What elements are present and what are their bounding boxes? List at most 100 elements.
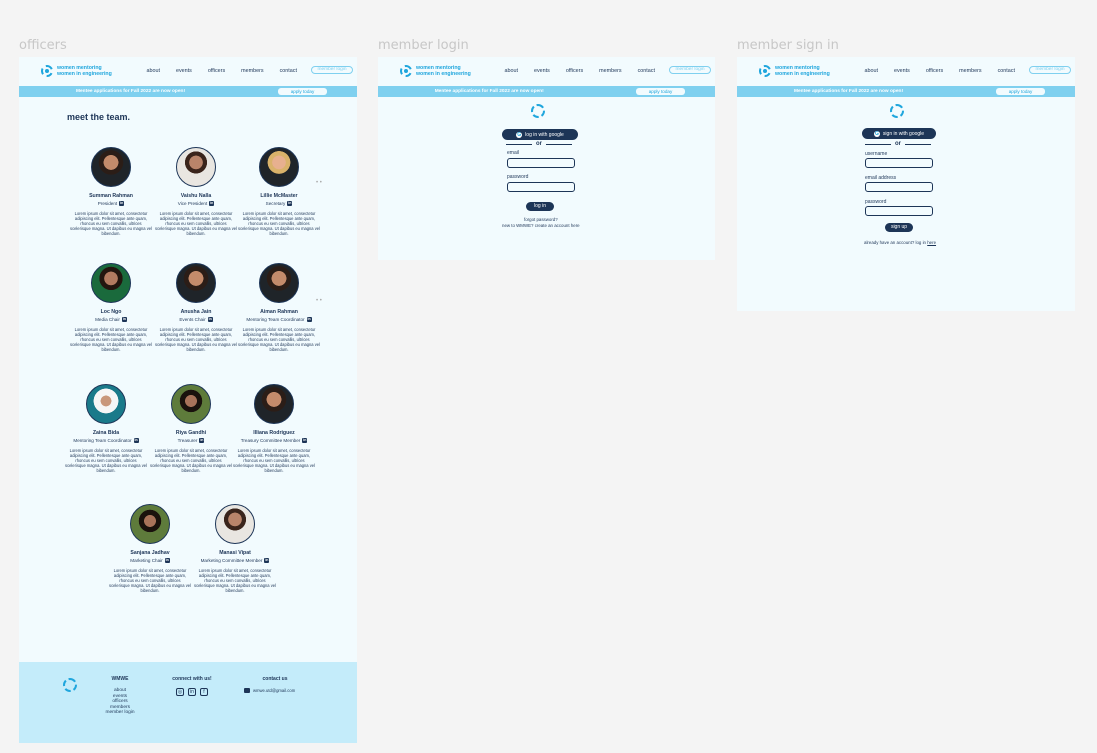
member-login-button[interactable]: member login bbox=[1029, 66, 1071, 74]
footer-contact-title: contact us bbox=[262, 676, 288, 682]
avatar bbox=[215, 504, 255, 544]
linkedin-icon[interactable]: in bbox=[302, 438, 308, 443]
linkedin-icon[interactable]: in bbox=[188, 688, 196, 696]
instagram-icon[interactable]: ◎ bbox=[176, 688, 184, 696]
nav-events[interactable]: events bbox=[894, 68, 910, 74]
avatar bbox=[254, 384, 294, 424]
gear-logo-icon bbox=[759, 65, 771, 77]
nav-members[interactable]: members bbox=[959, 68, 981, 74]
password-field[interactable] bbox=[865, 206, 933, 216]
nav-members[interactable]: members bbox=[599, 68, 621, 74]
officer-bio: Lorem ipsum dolor sit amet, consectetur … bbox=[155, 327, 237, 352]
member-login-button[interactable]: member login bbox=[669, 66, 711, 74]
officer-role: Vice President bbox=[177, 201, 208, 206]
footer-email[interactable]: wmwe.utd@gmail.com bbox=[253, 688, 295, 693]
forgot-password-link[interactable]: forgot password? bbox=[524, 217, 558, 222]
brand-line-2: women in engineering bbox=[416, 71, 471, 77]
avatar bbox=[259, 263, 299, 303]
linkedin-icon[interactable]: in bbox=[207, 317, 213, 322]
officer-bio: Lorem ipsum dolor sit amet, consectetur … bbox=[70, 211, 152, 236]
linkedin-icon[interactable]: in bbox=[164, 558, 170, 563]
footer-connect-column: connect with us! ◎ in f bbox=[167, 676, 217, 696]
announcement-banner: Mentee applications for Fall 2022 are no… bbox=[19, 86, 357, 97]
linkedin-icon[interactable]: in bbox=[121, 317, 127, 322]
or-divider: or bbox=[865, 141, 931, 147]
officer-bio: Lorem ipsum dolor sit amet, consectetur … bbox=[150, 448, 232, 473]
nav-events[interactable]: events bbox=[534, 68, 550, 74]
officer-role-row: Marketing Committee Member in bbox=[194, 558, 276, 563]
nav-officers[interactable]: officers bbox=[566, 68, 583, 74]
avatar bbox=[91, 147, 131, 187]
linkedin-icon[interactable]: in bbox=[264, 558, 270, 563]
linkedin-icon[interactable]: in bbox=[287, 201, 293, 206]
brand-logo[interactable]: women mentoring women in engineering bbox=[400, 65, 471, 77]
username-field[interactable] bbox=[865, 158, 933, 168]
nav-about[interactable]: about bbox=[864, 68, 878, 74]
log-in-here-link[interactable]: here bbox=[927, 240, 936, 245]
officer-card: Riya Gandhi Treasurer in Lorem ipsum dolor … bbox=[150, 384, 232, 473]
nav-officers[interactable]: officers bbox=[926, 68, 943, 74]
nav-contact[interactable]: contact bbox=[280, 68, 297, 74]
apply-today-button[interactable]: apply today bbox=[278, 88, 327, 95]
password-label: password bbox=[507, 174, 529, 180]
frame-label-member-sign-in: member sign in bbox=[737, 38, 839, 53]
officer-role: Mentoring Team Coordinator bbox=[246, 317, 305, 322]
announcement-banner: Mentee applications for Fall 2022 are no… bbox=[737, 86, 1075, 97]
brand-line-2: women in engineering bbox=[57, 71, 112, 77]
linkedin-icon[interactable]: in bbox=[119, 201, 125, 206]
facebook-icon[interactable]: f bbox=[200, 688, 208, 696]
officer-name: Vaishu Nalla bbox=[180, 193, 212, 199]
nav-officers[interactable]: officers bbox=[208, 68, 225, 74]
apply-today-button[interactable]: apply today bbox=[636, 88, 685, 95]
linkedin-icon[interactable]: in bbox=[133, 438, 139, 443]
officer-role: Mentoring Team Coordinator bbox=[73, 438, 132, 443]
gear-logo-icon bbox=[531, 104, 545, 118]
sign-up-button[interactable]: sign up bbox=[885, 223, 913, 232]
officer-card: Illiana Rodriguez Treasury Committee Memb… bbox=[233, 384, 315, 473]
banner-text: Mentee applications for Fall 2022 are no… bbox=[434, 89, 544, 94]
linkedin-icon[interactable]: in bbox=[199, 438, 205, 443]
nav-links: about events officers members contact bbox=[146, 68, 297, 74]
footer: WMWE about events officers members membe… bbox=[19, 662, 357, 743]
footer-wmwe-column: WMWE about events officers members membe… bbox=[99, 676, 141, 716]
nav-about[interactable]: about bbox=[504, 68, 518, 74]
google-sign-in-button[interactable]: G sign in with google bbox=[862, 128, 936, 139]
frame-label-officers: officers bbox=[19, 38, 67, 53]
email-address-label: email address bbox=[865, 175, 897, 181]
member-sign-in-frame: women mentoring women in engineering abo… bbox=[737, 57, 1075, 311]
brand-logo[interactable]: women mentoring women in engineering bbox=[41, 65, 112, 77]
officer-bio: Lorem ipsum dolor sit amet, consectetur … bbox=[238, 211, 320, 236]
email-field[interactable] bbox=[507, 158, 575, 168]
nav-contact[interactable]: contact bbox=[638, 68, 655, 74]
officer-card: Anusha Jain Events Chair in Lorem ipsum dol… bbox=[155, 263, 237, 352]
linkedin-icon[interactable]: in bbox=[209, 201, 215, 206]
google-sign-in-label: sign in with google bbox=[882, 130, 925, 137]
google-icon: G bbox=[873, 130, 880, 137]
gear-logo-icon bbox=[890, 104, 904, 118]
create-account-link[interactable]: new to WMWE? create an account here bbox=[502, 223, 580, 228]
navbar: women mentoring women in engineering abo… bbox=[737, 57, 1075, 87]
nav-events[interactable]: events bbox=[176, 68, 192, 74]
apply-today-button[interactable]: apply today bbox=[996, 88, 1045, 95]
linkedin-icon[interactable]: in bbox=[306, 317, 312, 322]
officer-bio: Lorem ipsum dolor sit amet, consectetur … bbox=[70, 327, 152, 352]
email-address-field[interactable] bbox=[865, 182, 933, 192]
log-in-button[interactable]: log in bbox=[526, 202, 554, 211]
officer-role-row: Treasury Committee Member in bbox=[233, 438, 315, 443]
member-login-button[interactable]: member login bbox=[311, 66, 353, 74]
password-field[interactable] bbox=[507, 182, 575, 192]
footer-link-member-login[interactable]: member login bbox=[99, 710, 141, 716]
google-login-button[interactable]: G log in with google bbox=[502, 129, 578, 140]
nav-members[interactable]: members bbox=[241, 68, 263, 74]
nav-about[interactable]: about bbox=[146, 68, 160, 74]
officer-card: Aiman Rahman Mentoring Team Coordinator in… bbox=[238, 263, 320, 352]
officer-name: Manasi Vipat bbox=[219, 550, 251, 556]
gear-logo-icon bbox=[400, 65, 412, 77]
officer-card: Sanjana Jadhav Marketing Chair in Lorem ips… bbox=[109, 504, 191, 593]
officer-name: Anusha Jain bbox=[180, 309, 212, 315]
nav-contact[interactable]: contact bbox=[998, 68, 1015, 74]
officer-role: Marketing Committee Member bbox=[200, 558, 263, 563]
brand-logo[interactable]: women mentoring women in engineering bbox=[759, 65, 830, 77]
officer-role-row: Vice President in bbox=[155, 201, 237, 206]
navbar: women mentoring women in engineering abo… bbox=[19, 57, 357, 87]
